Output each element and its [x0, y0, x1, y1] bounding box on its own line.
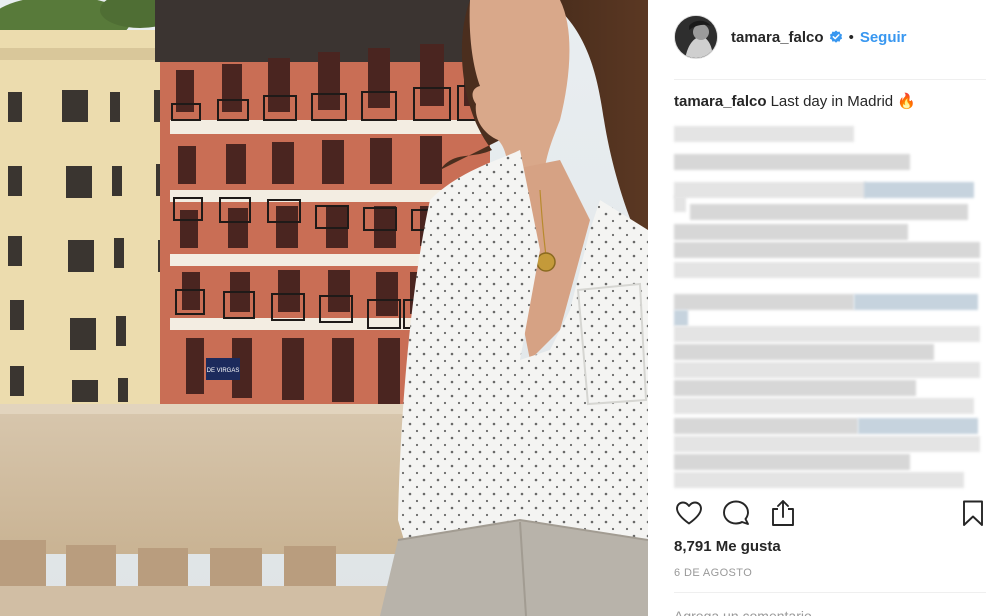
comment-button[interactable]: [721, 498, 751, 528]
bookmark-icon: [963, 500, 983, 526]
blurred-comment-line: [674, 472, 964, 488]
comment-divider: [674, 592, 986, 593]
blurred-comment-line: [674, 196, 686, 212]
like-button[interactable]: [674, 498, 704, 528]
photo-illustration: DE VIRGAS: [0, 0, 648, 616]
street-sign-text: DE VIRGAS: [207, 368, 240, 374]
verified-badge-icon: [829, 30, 843, 44]
blurred-comment-line: [674, 154, 910, 170]
save-button[interactable]: [958, 498, 988, 528]
blurred-comment-line: [674, 294, 854, 310]
blurred-comment-line: [674, 182, 866, 198]
blurred-comment-line: [864, 182, 974, 198]
post-caption: tamara_falco Last day in Madrid 🔥: [674, 92, 986, 112]
blurred-comment-line: [690, 204, 968, 220]
post-header: tamara_falco • Seguir: [674, 14, 986, 60]
share-upload-icon: [772, 500, 794, 526]
blurred-comment-line: [674, 344, 934, 360]
blurred-comment-line: [854, 294, 978, 310]
blurred-comment-line: [674, 310, 688, 326]
blurred-comment-line: [858, 418, 978, 434]
blurred-comment-line: [674, 380, 916, 396]
blurred-comment-line: [674, 418, 858, 434]
blurred-comment-line: [674, 126, 854, 142]
heart-icon: [676, 501, 702, 525]
username-link[interactable]: tamara_falco: [731, 29, 824, 46]
blurred-comment-line: [674, 326, 980, 342]
blurred-comment-line: [674, 436, 980, 452]
follow-button[interactable]: Seguir: [860, 29, 907, 46]
post-date[interactable]: 6 DE AGOSTO: [674, 567, 752, 579]
blurred-comments: [672, 122, 984, 492]
blurred-comment-line: [674, 224, 908, 240]
post-sidebar: tamara_falco • Seguir tamara_falco Last d…: [648, 0, 1000, 616]
blurred-comment-line: [674, 242, 980, 258]
post-actions: [674, 498, 988, 530]
comment-bubble-icon: [723, 500, 749, 525]
header-divider: [674, 79, 986, 80]
blurred-comment-line: [674, 262, 980, 278]
caption-username-link[interactable]: tamara_falco: [674, 93, 767, 110]
blurred-comment-line: [674, 454, 910, 470]
avatar[interactable]: [674, 15, 718, 59]
blurred-comment-line: [674, 398, 974, 414]
header-separator: •: [848, 28, 854, 46]
share-button[interactable]: [768, 498, 798, 528]
comment-input[interactable]: [674, 606, 986, 616]
blurred-comment-line: [674, 362, 980, 378]
like-count[interactable]: 8,791 Me gusta: [674, 538, 781, 555]
post-photo[interactable]: DE VIRGAS: [0, 0, 648, 616]
caption-text: Last day in Madrid 🔥: [770, 93, 916, 110]
